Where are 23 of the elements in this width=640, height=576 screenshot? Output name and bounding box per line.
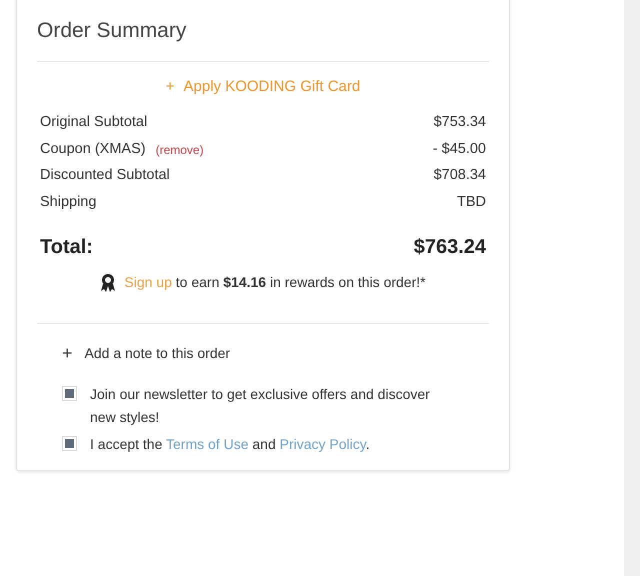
add-note-link[interactable]: + Add a note to this order <box>62 340 230 367</box>
line-label: Original Subtotal <box>40 113 148 132</box>
newsletter-text: Join our newsletter to get exclusive offers and discover new styles! <box>90 385 431 427</box>
total-value: $763.24 <box>414 235 486 260</box>
summary-title: Order Summary <box>37 15 489 62</box>
total-label: Total: <box>40 235 93 260</box>
terms-link[interactable]: Terms of Use <box>166 436 248 452</box>
line-value: $753.34 <box>434 113 486 132</box>
line-label: Discounted Subtotal <box>40 166 170 186</box>
line-value: - $45.00 <box>432 140 486 159</box>
line-value: $708.34 <box>434 166 486 186</box>
privacy-link[interactable]: Privacy Policy <box>280 436 366 452</box>
checkbox[interactable] <box>62 436 77 451</box>
line-value: TBD <box>457 192 486 212</box>
award-ribbon-icon <box>100 272 116 292</box>
line-label: Coupon (XMAS) <box>40 140 146 159</box>
terms-text: I accept the Terms of Use and Privacy Policy. <box>90 435 370 454</box>
checkbox[interactable] <box>62 386 77 401</box>
sign-up-link[interactable]: Sign up <box>124 274 172 290</box>
rewards-text: Sign up to earn $14.16 in rewards on this order!* <box>124 273 426 292</box>
remove-link[interactable]: (remove) <box>156 140 204 159</box>
gift-card-link[interactable]: + Apply KOODING Gift Card <box>166 76 360 98</box>
line-label: Shipping <box>40 192 96 212</box>
